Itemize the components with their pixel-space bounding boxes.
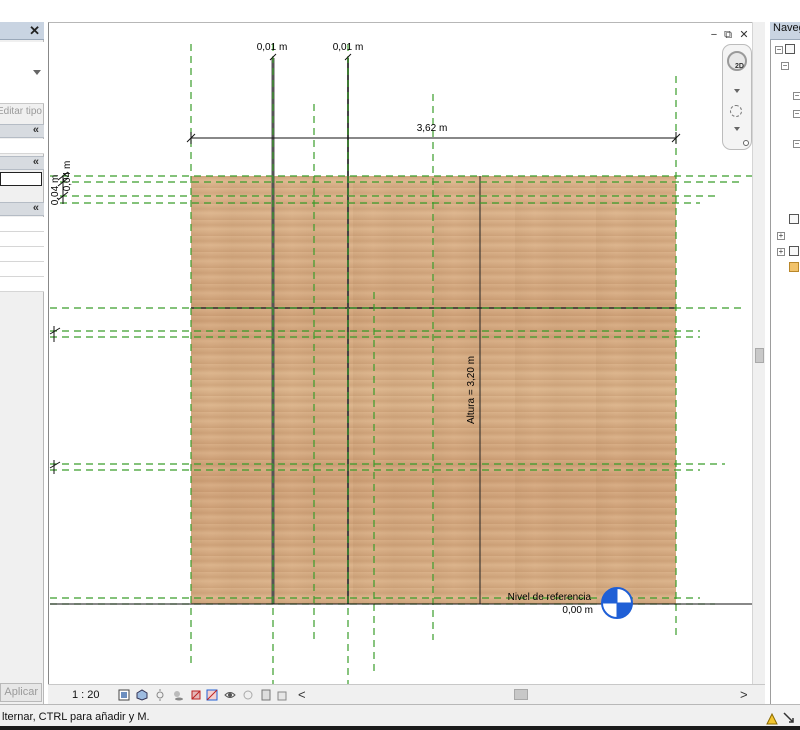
minimize-view-icon[interactable]: − <box>708 30 720 41</box>
analysis-icon[interactable] <box>276 689 288 701</box>
reveal-hidden-icon[interactable] <box>242 689 254 701</box>
zoom-region-icon[interactable] <box>730 105 742 117</box>
revit-window: ✕ Editar tipo « « « Aplicar 0,01 m 0,01 … <box>0 0 800 730</box>
project-browser-title: Navegador de proyectos <box>770 22 800 40</box>
tree-expand-icon[interactable]: + <box>777 248 785 256</box>
restore-view-icon[interactable]: ⧉ <box>722 30 734 41</box>
tree-collapse-icon[interactable]: − <box>793 110 800 118</box>
sun-path-icon[interactable] <box>154 689 166 701</box>
status-tools-icon[interactable] <box>764 710 798 726</box>
level-elevation[interactable]: 0,00 m <box>562 605 593 616</box>
status-message: lternar, CTRL para añadir y M. <box>2 711 150 723</box>
temporary-properties-icon[interactable] <box>260 689 272 701</box>
view-scale-button[interactable]: 1 : 20 <box>72 689 100 701</box>
shadows-icon[interactable] <box>172 689 184 701</box>
navbar-options-icon[interactable] <box>743 140 749 146</box>
vertical-scroll-thumb[interactable] <box>755 348 764 363</box>
crop-view-icon[interactable] <box>190 689 202 701</box>
chevron-down-icon[interactable] <box>734 127 740 131</box>
horizontal-scroll-thumb[interactable] <box>514 689 528 700</box>
legends-icon <box>789 214 799 224</box>
top-dimension-ticks[interactable] <box>269 53 352 61</box>
height-dimension-label[interactable]: Altura = 3,20 m <box>466 356 477 424</box>
dimension-label[interactable]: 0,04 m <box>62 161 73 192</box>
reference-planes-horizontal[interactable] <box>50 175 752 605</box>
groups-icon <box>789 262 799 272</box>
views-folder-icon <box>785 44 795 54</box>
vertical-scrollbar[interactable] <box>752 22 765 684</box>
detail-level-icon[interactable] <box>118 689 130 701</box>
view-control-bar: 1 : 20 < > <box>48 684 765 704</box>
tree-collapse-icon[interactable]: − <box>781 62 789 70</box>
close-view-icon[interactable]: ✕ <box>738 30 750 41</box>
navigation-bar[interactable]: 2D <box>722 44 752 150</box>
dimension-label[interactable]: 0,04 m <box>50 175 61 206</box>
level-name[interactable]: Nivel de referencia <box>508 592 592 603</box>
scroll-left-icon[interactable]: < <box>298 687 306 702</box>
tree-collapse-icon[interactable]: − <box>775 46 783 54</box>
scroll-right-icon[interactable]: > <box>740 687 748 702</box>
families-icon <box>789 246 799 256</box>
dimension-label[interactable]: 0,01 m <box>257 42 288 53</box>
drawing-overlay: 0,01 m 0,01 m 3,62 m 0,04 m 0,04 m Altur… <box>49 42 752 690</box>
project-browser: − − − − − + + <box>770 22 800 704</box>
dimension-label[interactable]: 0,01 m <box>333 42 364 53</box>
crop-region-icon[interactable] <box>206 689 218 701</box>
tree-collapse-icon[interactable]: − <box>793 92 800 100</box>
taskbar <box>0 726 800 730</box>
tree-collapse-icon[interactable]: − <box>793 140 800 148</box>
chevron-down-icon[interactable] <box>734 89 740 93</box>
temporary-hide-icon[interactable] <box>224 689 236 701</box>
2d-wheel-label-icon: 2D <box>735 63 744 70</box>
reference-planes-vertical[interactable] <box>190 44 677 690</box>
width-dimension-label[interactable]: 3,62 m <box>417 123 448 134</box>
left-dimension-ticks[interactable] <box>49 171 69 474</box>
tree-expand-icon[interactable]: + <box>777 232 785 240</box>
level-head-icon[interactable] <box>601 587 633 619</box>
visual-style-icon[interactable] <box>136 689 148 701</box>
